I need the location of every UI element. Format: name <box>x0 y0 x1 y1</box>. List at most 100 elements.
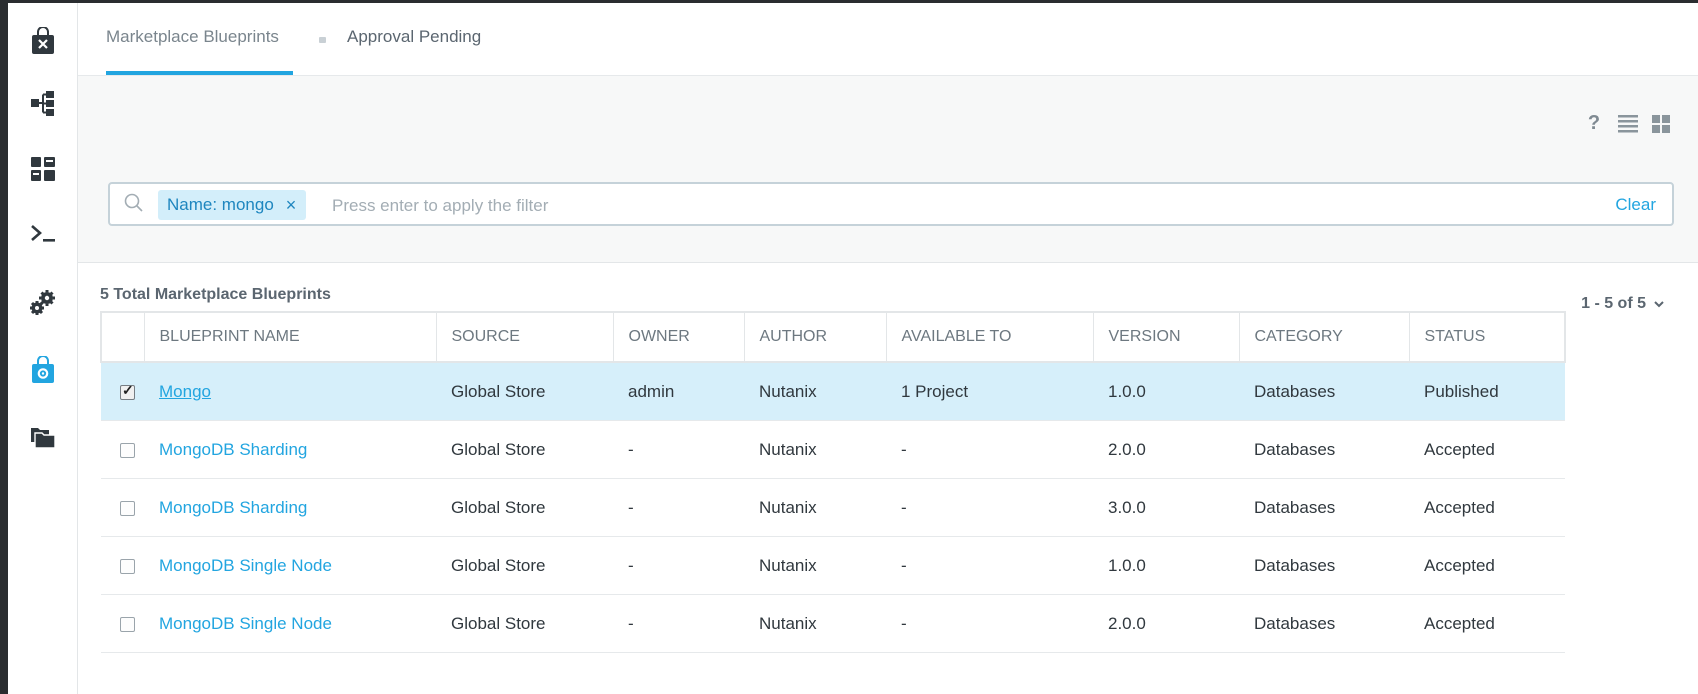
marketplace-bag-icon <box>31 27 54 54</box>
marketplace-manager-icon <box>31 356 54 383</box>
list-view-icon[interactable] <box>1618 114 1638 133</box>
author-cell: Nutanix <box>744 594 886 653</box>
blueprint-name-cell: MongoDB Single Node <box>144 536 436 595</box>
active-tab-indicator <box>106 71 293 75</box>
category-cell: Databases <box>1239 420 1409 479</box>
header-category[interactable]: CATEGORY <box>1239 311 1410 363</box>
row-checkbox[interactable] <box>120 442 135 458</box>
filter-chip-label: Name: mongo <box>167 195 274 214</box>
owner-cell: admin <box>613 362 744 421</box>
grid-view-icon[interactable] <box>1652 114 1670 133</box>
version-cell: 2.0.0 <box>1093 420 1239 479</box>
header-source[interactable]: SOURCE <box>436 311 614 363</box>
blueprint-name-link[interactable]: Mongo <box>159 382 211 401</box>
status-cell: Accepted <box>1409 420 1565 479</box>
clear-filter-button[interactable]: Clear <box>1615 195 1656 215</box>
tab-approval-pending[interactable]: Approval Pending <box>347 27 481 47</box>
table-row[interactable]: MongoDB Sharding Global Store - Nutanix … <box>101 420 1565 479</box>
pagination-dropdown[interactable]: 1 - 5 of 5 <box>1581 295 1664 313</box>
header-select <box>100 311 145 363</box>
owner-cell: - <box>613 478 744 537</box>
filter-chip-name: Name: mongo × <box>158 190 307 220</box>
category-cell: Databases <box>1239 478 1409 537</box>
source-cell: Global Store <box>436 536 613 595</box>
settings-gears-icon <box>29 290 55 315</box>
tab-bar: Marketplace Blueprints Approval Pending <box>78 3 1698 76</box>
table-row[interactable]: ✓ Mongo Global Store admin Nutanix 1 Pro… <box>101 362 1565 421</box>
author-cell: Nutanix <box>744 420 886 479</box>
category-cell: Databases <box>1239 536 1409 595</box>
version-cell: 1.0.0 <box>1093 362 1239 421</box>
filter-input[interactable] <box>330 190 1534 222</box>
header-owner[interactable]: OWNER <box>613 311 745 363</box>
blueprint-name-cell: MongoDB Single Node <box>144 594 436 653</box>
row-checkbox[interactable]: ✓ <box>120 382 135 400</box>
version-cell: 3.0.0 <box>1093 478 1239 537</box>
sidebar <box>8 3 78 694</box>
blueprints-table: BLUEPRINT NAME SOURCE OWNER AUTHOR AVAIL… <box>100 311 1566 653</box>
sidebar-item-projects[interactable] <box>8 413 77 461</box>
available-to-cell: - <box>886 536 1093 595</box>
owner-cell: - <box>613 536 744 595</box>
remove-filter-icon[interactable]: × <box>286 195 297 216</box>
blueprint-name-cell: MongoDB Sharding <box>144 478 436 537</box>
pagination-label: 1 - 5 of 5 <box>1581 295 1646 312</box>
sidebar-item-blueprints[interactable] <box>8 79 77 127</box>
source-cell: Global Store <box>436 478 613 537</box>
header-available-to[interactable]: AVAILABLE TO <box>886 311 1094 363</box>
help-icon[interactable]: ? <box>1584 112 1604 135</box>
available-to-cell: - <box>886 478 1093 537</box>
blueprint-name-link[interactable]: MongoDB Sharding <box>159 498 307 517</box>
status-cell: Accepted <box>1409 536 1565 595</box>
blueprints-tree-icon <box>30 91 54 116</box>
app-window: Marketplace Blueprints Approval Pending … <box>8 3 1698 694</box>
row-select-cell <box>101 594 144 653</box>
blueprint-name-cell: MongoDB Sharding <box>144 420 436 479</box>
row-select-cell <box>101 420 144 479</box>
row-select-cell <box>101 536 144 595</box>
table-row[interactable]: MongoDB Single Node Global Store - Nutan… <box>101 594 1565 653</box>
category-cell: Databases <box>1239 594 1409 653</box>
row-checkbox[interactable] <box>120 616 135 632</box>
row-checkbox[interactable] <box>120 558 135 574</box>
sidebar-item-settings[interactable] <box>8 279 77 327</box>
author-cell: Nutanix <box>744 362 886 421</box>
view-tools: ? <box>1584 112 1670 135</box>
source-cell: Global Store <box>436 362 613 421</box>
blueprint-name-link[interactable]: MongoDB Sharding <box>159 440 307 459</box>
status-cell: Accepted <box>1409 594 1565 653</box>
version-cell: 1.0.0 <box>1093 536 1239 595</box>
blueprint-name-link[interactable]: MongoDB Single Node <box>159 556 332 575</box>
tab-marketplace-blueprints[interactable]: Marketplace Blueprints <box>106 27 279 47</box>
available-to-cell: - <box>886 420 1093 479</box>
filter-area: ? Name: mongo × Press enter to apply the… <box>78 76 1698 263</box>
total-count: 5 Total Marketplace Blueprints <box>100 286 331 303</box>
filter-search-box: Name: mongo × Clear <box>108 182 1674 226</box>
owner-cell: - <box>613 594 744 653</box>
author-cell: Nutanix <box>744 478 886 537</box>
row-select-cell <box>101 478 144 537</box>
sidebar-item-marketplace[interactable] <box>8 17 77 65</box>
tab-separator <box>319 37 326 43</box>
header-author[interactable]: AUTHOR <box>744 311 887 363</box>
folders-icon <box>30 428 56 449</box>
sidebar-item-applications[interactable] <box>8 145 77 193</box>
available-to-cell: 1 Project <box>886 362 1093 421</box>
version-cell: 2.0.0 <box>1093 594 1239 653</box>
chevron-down-icon <box>1654 300 1664 307</box>
header-status[interactable]: STATUS <box>1409 311 1566 363</box>
blueprint-name-link[interactable]: MongoDB Single Node <box>159 614 332 633</box>
table-header-row: BLUEPRINT NAME SOURCE OWNER AUTHOR AVAIL… <box>100 311 1566 363</box>
row-select-cell: ✓ <box>101 362 144 421</box>
row-checkbox[interactable] <box>120 500 135 516</box>
sidebar-item-runbooks[interactable] <box>8 210 77 258</box>
header-blueprint-name[interactable]: BLUEPRINT NAME <box>144 311 437 363</box>
table-row[interactable]: MongoDB Single Node Global Store - Nutan… <box>101 536 1565 595</box>
sidebar-item-marketplace-manager[interactable] <box>8 346 77 394</box>
source-cell: Global Store <box>436 594 613 653</box>
status-cell: Accepted <box>1409 478 1565 537</box>
table-row[interactable]: MongoDB Sharding Global Store - Nutanix … <box>101 478 1565 537</box>
header-version[interactable]: VERSION <box>1093 311 1240 363</box>
apps-grid-icon <box>30 157 55 181</box>
terminal-icon <box>30 225 55 242</box>
